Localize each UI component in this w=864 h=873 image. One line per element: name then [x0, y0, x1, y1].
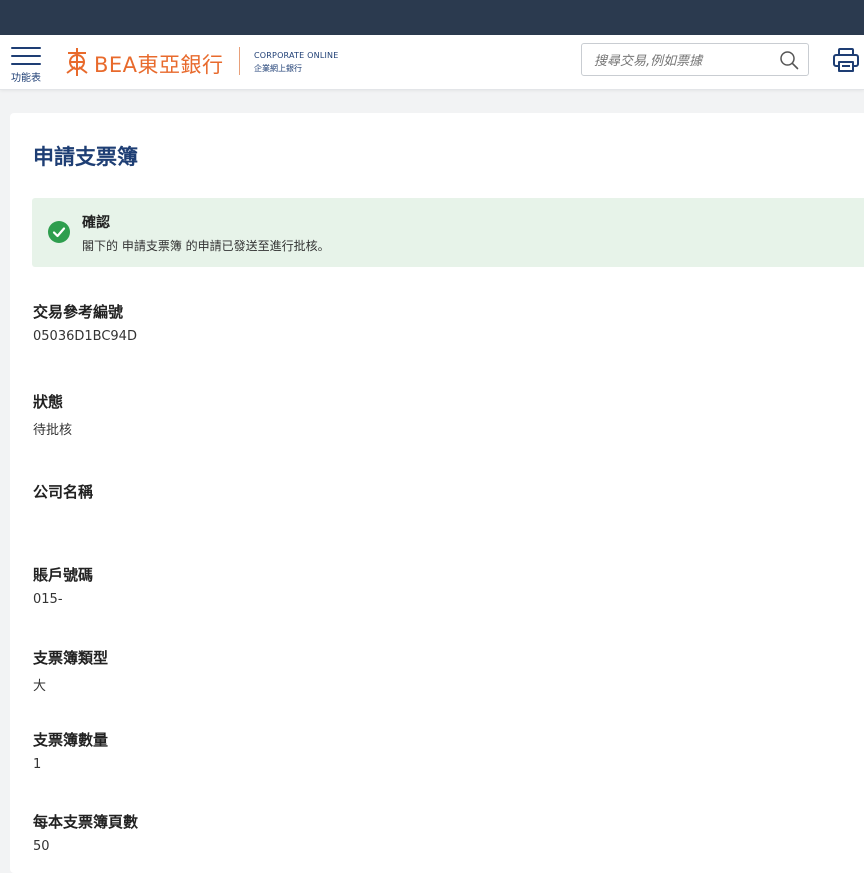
field-label: 公司名稱	[33, 483, 94, 501]
corporate-online-zh: 企業網上銀行	[254, 64, 302, 73]
hamburger-icon-line	[11, 55, 41, 57]
corporate-online-label: CORPORATE ONLINE 企業網上銀行	[254, 51, 338, 74]
page-title: 申請支票簿	[33, 145, 138, 169]
field-label: 交易參考編號	[33, 303, 124, 321]
search-input[interactable]	[592, 50, 776, 72]
logo-divider	[239, 47, 240, 75]
check-circle-icon	[48, 221, 70, 243]
field-value: 50	[33, 839, 50, 854]
bea-emblem-icon	[66, 48, 88, 76]
field-value: 015-	[33, 592, 63, 607]
confirmation-alert: 確認 閣下的 申請支票簿 的申請已發送至進行批核。	[32, 198, 864, 267]
field-label: 支票簿數量	[33, 731, 109, 749]
field-label: 狀態	[33, 393, 64, 411]
field-pages-per-book: 每本支票簿頁數 50	[33, 811, 138, 854]
field-value: 05036D1BC94D	[33, 329, 137, 344]
top-status-bar	[0, 0, 864, 35]
menu-label: 功能表	[11, 73, 41, 84]
search-icon[interactable]	[779, 50, 799, 70]
content-card: 申請支票簿 確認 閣下的 申請支票簿 的申請已發送至進行批核。 交易參考編號 0…	[10, 113, 864, 873]
field-label: 賬戶號碼	[33, 566, 94, 584]
field-value	[33, 509, 93, 524]
field-reference-number: 交易參考編號 05036D1BC94D	[33, 301, 137, 344]
field-value: 待批核	[33, 423, 73, 438]
search-box[interactable]	[581, 43, 809, 76]
field-label: 每本支票簿頁數	[33, 813, 139, 831]
printer-icon[interactable]	[832, 47, 860, 73]
field-chequebook-type: 支票簿類型 大	[33, 647, 108, 694]
field-value: 大	[33, 679, 47, 694]
corporate-online-en: CORPORATE ONLINE	[254, 51, 339, 60]
field-chequebook-quantity: 支票簿數量 1	[33, 729, 108, 772]
app-header: 功能表 BEA東亞銀行 CORPORATE ONLINE 企業網上銀行	[0, 35, 864, 90]
logo-text: BEA東亞銀行	[94, 53, 224, 77]
field-value: 1	[33, 757, 42, 772]
menu-button[interactable]: 功能表	[8, 47, 44, 85]
field-label: 支票簿類型	[33, 649, 109, 667]
hamburger-icon	[11, 47, 41, 49]
field-account-number: 賬戶號碼 015-	[33, 564, 93, 607]
field-status: 狀態 待批核	[33, 391, 72, 438]
alert-title: 確認	[82, 215, 110, 231]
hamburger-icon-line	[11, 63, 41, 65]
field-company-name: 公司名稱	[33, 481, 93, 524]
alert-message: 閣下的 申請支票簿 的申請已發送至進行批核。	[82, 239, 330, 253]
